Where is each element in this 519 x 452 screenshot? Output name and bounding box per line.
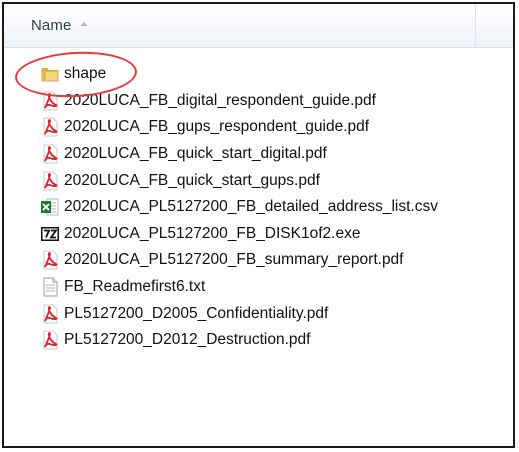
file-name: shape: [64, 65, 107, 83]
file-row[interactable]: 2020LUCA_FB_digital_respondent_guide.pdf: [4, 88, 513, 115]
column-header: Name: [4, 4, 513, 48]
file-explorer-pane: Name shape 2020LUCA_FB_digital_responden…: [2, 2, 515, 448]
file-name: 2020LUCA_FB_quick_start_digital.pdf: [64, 145, 327, 163]
file-row[interactable]: PL5127200_D2012_Destruction.pdf: [4, 327, 513, 354]
file-name: 2020LUCA_PL5127200_FB_DISK1of2.exe: [64, 224, 361, 242]
pdf-icon: [39, 250, 61, 270]
file-row[interactable]: PL5127200_D2005_Confidentiality.pdf: [4, 300, 513, 327]
file-name: FB_Readmefirst6.txt: [64, 278, 206, 296]
pdf-icon: [39, 171, 61, 191]
file-row[interactable]: 2020LUCA_FB_quick_start_gups.pdf: [4, 167, 513, 194]
file-row[interactable]: 2020LUCA_PL5127200_FB_detailed_address_l…: [4, 194, 513, 221]
file-name: 2020LUCA_FB_gups_respondent_guide.pdf: [64, 118, 370, 136]
pdf-icon: [39, 144, 61, 164]
7zip-icon: [39, 224, 61, 244]
file-row[interactable]: 2020LUCA_FB_quick_start_digital.pdf: [4, 141, 513, 168]
file-name: PL5127200_D2005_Confidentiality.pdf: [64, 304, 329, 322]
sort-ascending-icon: [80, 21, 89, 26]
file-row-shape-folder[interactable]: shape: [4, 61, 513, 88]
pdf-icon: [39, 91, 61, 111]
pdf-icon: [39, 117, 61, 137]
file-row[interactable]: 2020LUCA_PL5127200_FB_DISK1of2.exe: [4, 221, 513, 248]
pdf-icon: [39, 304, 61, 324]
file-list: shape 2020LUCA_FB_digital_respondent_gui…: [4, 61, 513, 354]
file-row[interactable]: 2020LUCA_FB_gups_respondent_guide.pdf: [4, 114, 513, 141]
file-name: 2020LUCA_FB_quick_start_gups.pdf: [64, 171, 320, 189]
name-column-label: Name: [31, 17, 72, 34]
file-name: 2020LUCA_PL5127200_FB_summary_report.pdf: [64, 251, 404, 269]
file-name: PL5127200_D2012_Destruction.pdf: [64, 331, 311, 349]
file-name: 2020LUCA_PL5127200_FB_detailed_address_l…: [64, 198, 438, 216]
file-row[interactable]: 2020LUCA_PL5127200_FB_summary_report.pdf: [4, 247, 513, 274]
name-column-header[interactable]: Name: [4, 4, 476, 47]
folder-icon: [39, 64, 61, 84]
text-file-icon: [39, 277, 61, 297]
file-row[interactable]: FB_Readmefirst6.txt: [4, 274, 513, 301]
pdf-icon: [39, 330, 61, 350]
file-name: 2020LUCA_FB_digital_respondent_guide.pdf: [64, 91, 376, 109]
excel-csv-icon: [39, 197, 61, 217]
